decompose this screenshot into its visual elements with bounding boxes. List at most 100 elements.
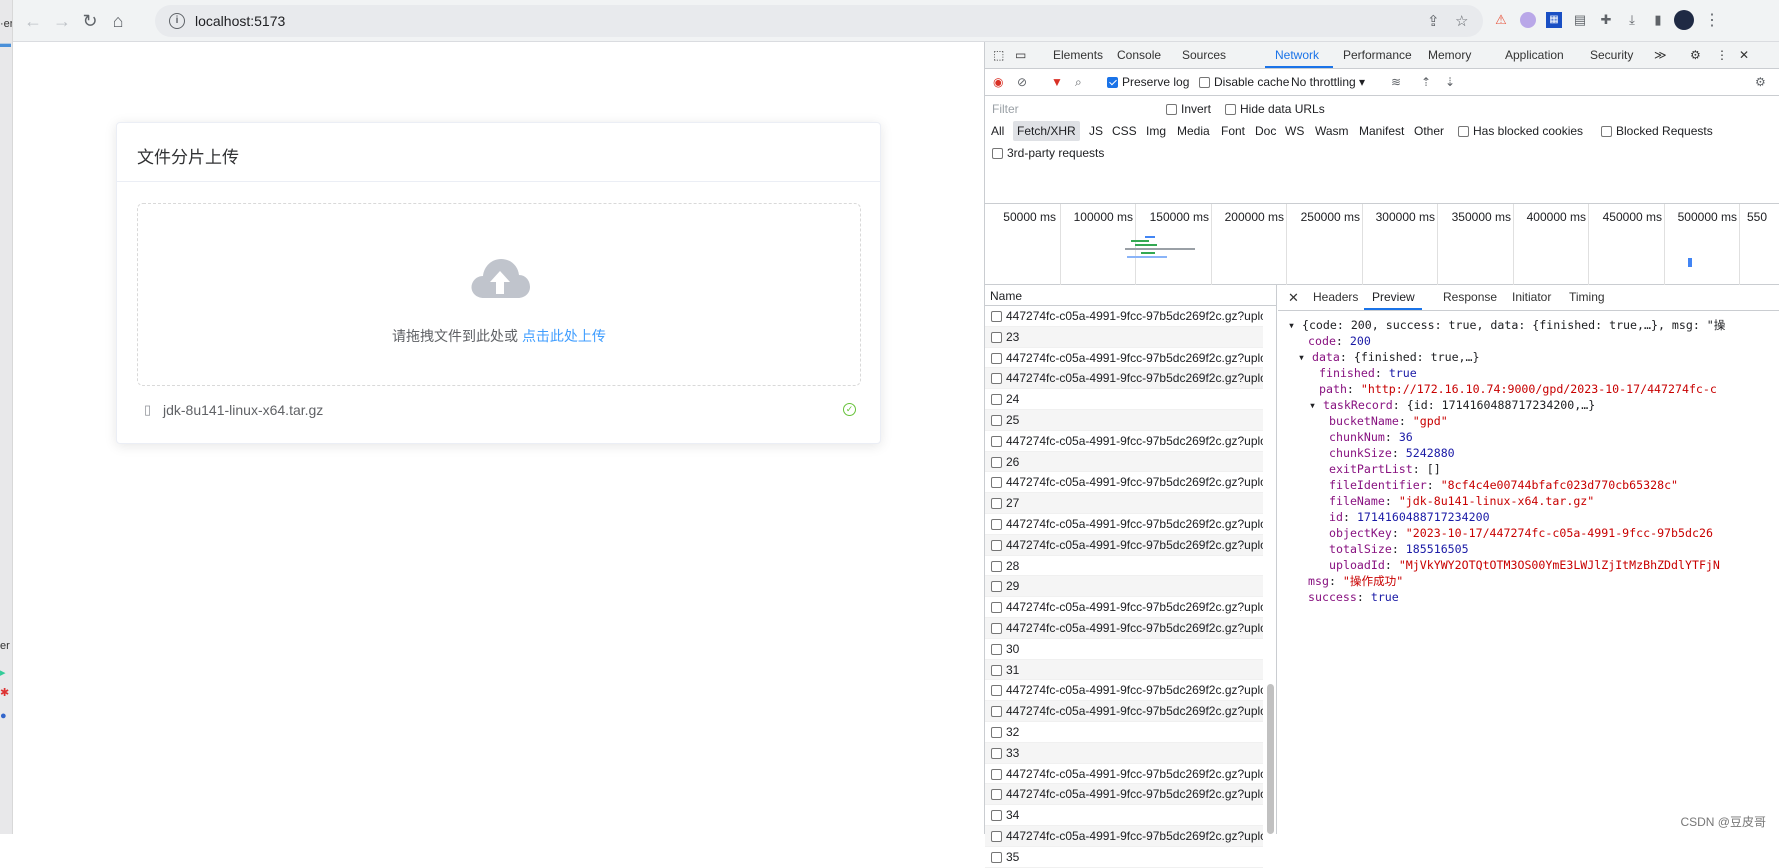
tree-root[interactable]: ▾ {code: 200, success: true, data: {fini… [1278, 317, 1725, 333]
address-bar[interactable]: i localhost:5173 ⇪ ☆ [155, 5, 1483, 37]
profile-avatar-icon[interactable] [1674, 10, 1694, 30]
request-row[interactable]: 28 [985, 556, 1263, 577]
third-party-checkbox[interactable]: 3rd-party requests [992, 146, 1104, 160]
network-settings-icon[interactable]: ⚙ [1755, 75, 1766, 89]
request-row[interactable]: 26 [985, 451, 1263, 473]
request-row[interactable]: 447274fc-c05a-4991-9fcc-97b5dc269f2c.gz?… [985, 368, 1263, 390]
upload-dropzone[interactable]: 请拖拽文件到此处或 点击此处上传 [137, 203, 861, 386]
tab-security[interactable]: Security [1590, 48, 1633, 62]
extension-doc-icon[interactable]: ▤ [1570, 10, 1590, 30]
extension-icon[interactable]: ⚠ [1491, 10, 1511, 30]
url-text[interactable]: localhost:5173 [195, 13, 285, 29]
throttling-select[interactable]: No throttling ▾ [1291, 75, 1365, 89]
request-row[interactable]: 447274fc-c05a-4991-9fcc-97b5dc269f2c.gz?… [985, 825, 1263, 847]
click-upload-link[interactable]: 点击此处上传 [522, 328, 606, 344]
tab-application[interactable]: Application [1505, 48, 1564, 62]
inspect-element-icon[interactable]: ⬚ [993, 48, 1004, 62]
type-all[interactable]: All [991, 124, 1004, 138]
request-row[interactable]: 25 [985, 409, 1263, 431]
tab-sources[interactable]: Sources [1182, 48, 1226, 62]
request-row[interactable]: 27 [985, 493, 1263, 514]
disable-cache-checkbox[interactable]: Disable cache [1199, 75, 1289, 89]
request-row[interactable]: 447274fc-c05a-4991-9fcc-97b5dc269f2c.gz?… [985, 680, 1263, 702]
hide-data-urls-checkbox[interactable]: Hide data URLs [1225, 102, 1325, 116]
filter-input[interactable]: Filter [989, 100, 1149, 118]
type-doc[interactable]: Doc [1255, 124, 1276, 138]
forward-icon[interactable]: → [50, 9, 74, 33]
filter-funnel-icon[interactable]: ▼ [1051, 75, 1063, 89]
extensions-puzzle-icon[interactable]: ✚ [1596, 10, 1616, 30]
timeline-overview[interactable]: 50000 ms 100000 ms 150000 ms 200000 ms 2… [985, 204, 1779, 285]
type-media[interactable]: Media [1177, 124, 1210, 138]
tab-console[interactable]: Console [1117, 48, 1161, 62]
type-other[interactable]: Other [1414, 124, 1444, 138]
request-row[interactable]: 34 [985, 805, 1263, 826]
devtools-menu-icon[interactable]: ⋮ [1716, 48, 1728, 62]
side-panel-icon[interactable]: ▮ [1648, 10, 1668, 30]
type-ws[interactable]: WS [1285, 124, 1304, 138]
more-tabs-icon[interactable]: ≫ [1654, 48, 1667, 62]
type-wasm[interactable]: Wasm [1315, 124, 1349, 138]
request-row[interactable]: 447274fc-c05a-4991-9fcc-97b5dc269f2c.gz?… [985, 784, 1263, 806]
blocked-requests-checkbox[interactable]: Blocked Requests [1601, 124, 1713, 138]
tab-initiator[interactable]: Initiator [1512, 290, 1551, 304]
type-manifest[interactable]: Manifest [1359, 124, 1404, 138]
share-icon[interactable]: ⇪ [1427, 12, 1440, 30]
type-css[interactable]: CSS [1112, 124, 1137, 138]
tab-response[interactable]: Response [1443, 290, 1497, 304]
back-icon[interactable]: ← [21, 9, 45, 33]
request-row[interactable]: 23 [985, 326, 1263, 348]
settings-gear-icon[interactable]: ⚙ [1690, 48, 1701, 62]
home-icon[interactable]: ⌂ [106, 9, 130, 33]
request-row[interactable]: 35 [985, 847, 1263, 868]
tab-preview[interactable]: Preview [1372, 290, 1415, 304]
request-row[interactable]: 33 [985, 742, 1263, 764]
type-img[interactable]: Img [1146, 124, 1166, 138]
preserve-log-checkbox[interactable]: Preserve log [1107, 75, 1189, 89]
list-scrollbar[interactable] [1267, 684, 1274, 834]
type-js[interactable]: JS [1089, 124, 1103, 138]
request-row[interactable]: 24 [985, 389, 1263, 410]
has-blocked-cookies-checkbox[interactable]: Has blocked cookies [1458, 124, 1583, 138]
tab-elements[interactable]: Elements [1053, 48, 1103, 62]
request-row[interactable]: 447274fc-c05a-4991-9fcc-97b5dc269f2c.gz?… [985, 431, 1263, 452]
close-devtools-icon[interactable]: ✕ [1739, 48, 1749, 62]
record-stop-icon[interactable]: ◉ [993, 75, 1003, 89]
tab-network[interactable]: Network [1275, 48, 1319, 62]
bookmark-star-icon[interactable]: ☆ [1455, 12, 1468, 30]
clear-icon[interactable]: ⊘ [1017, 75, 1027, 89]
request-row[interactable]: 447274fc-c05a-4991-9fcc-97b5dc269f2c.gz?… [985, 348, 1263, 369]
invert-checkbox[interactable]: Invert [1166, 102, 1211, 116]
tree-data[interactable]: ▾ data: {finished: true,…} [1278, 349, 1725, 365]
extension-circle-icon[interactable] [1518, 10, 1538, 30]
tab-headers[interactable]: Headers [1313, 290, 1358, 304]
request-row[interactable]: 447274fc-c05a-4991-9fcc-97b5dc269f2c.gz?… [985, 701, 1263, 722]
name-column-header[interactable]: Name [985, 285, 1276, 306]
request-row[interactable]: 447274fc-c05a-4991-9fcc-97b5dc269f2c.gz?… [985, 617, 1263, 639]
search-icon[interactable]: ⌕ [1075, 75, 1082, 90]
request-row[interactable]: 447274fc-c05a-4991-9fcc-97b5dc269f2c.gz?… [985, 472, 1263, 494]
request-row[interactable]: 30 [985, 639, 1263, 660]
uploaded-file-item[interactable]: ▯ jdk-8u141-linux-x64.tar.gz ✓ [144, 399, 856, 423]
import-har-icon[interactable]: ⇡ [1421, 75, 1431, 89]
request-row[interactable]: 29 [985, 576, 1263, 598]
download-icon[interactable]: ⤓ [1622, 10, 1642, 30]
extension-grid-icon[interactable]: ▦ [1544, 10, 1564, 30]
type-font[interactable]: Font [1221, 124, 1245, 138]
request-row[interactable]: 31 [985, 659, 1263, 681]
type-fetch-xhr[interactable]: Fetch/XHR [1013, 121, 1080, 141]
reload-icon[interactable]: ↻ [78, 9, 102, 33]
request-row[interactable]: 447274fc-c05a-4991-9fcc-97b5dc269f2c.gz?… [985, 597, 1263, 618]
request-row[interactable]: 447274fc-c05a-4991-9fcc-97b5dc269f2c.gz?… [985, 514, 1263, 535]
tab-timing[interactable]: Timing [1569, 290, 1605, 304]
request-row[interactable]: 447274fc-c05a-4991-9fcc-97b5dc269f2c.gz?… [985, 306, 1263, 327]
tree-task-record[interactable]: ▾ taskRecord: {id: 1714160488717234200,…… [1278, 397, 1725, 413]
device-toolbar-icon[interactable]: ▭ [1015, 48, 1026, 62]
network-conditions-icon[interactable]: ≋ [1391, 75, 1401, 89]
menu-kebab-icon[interactable]: ⋮ [1702, 10, 1722, 30]
export-har-icon[interactable]: ⇣ [1445, 75, 1455, 89]
tab-memory[interactable]: Memory [1428, 48, 1471, 62]
tab-performance[interactable]: Performance [1343, 48, 1412, 62]
close-detail-icon[interactable]: ✕ [1288, 290, 1299, 306]
request-row[interactable]: 447274fc-c05a-4991-9fcc-97b5dc269f2c.gz?… [985, 534, 1263, 556]
